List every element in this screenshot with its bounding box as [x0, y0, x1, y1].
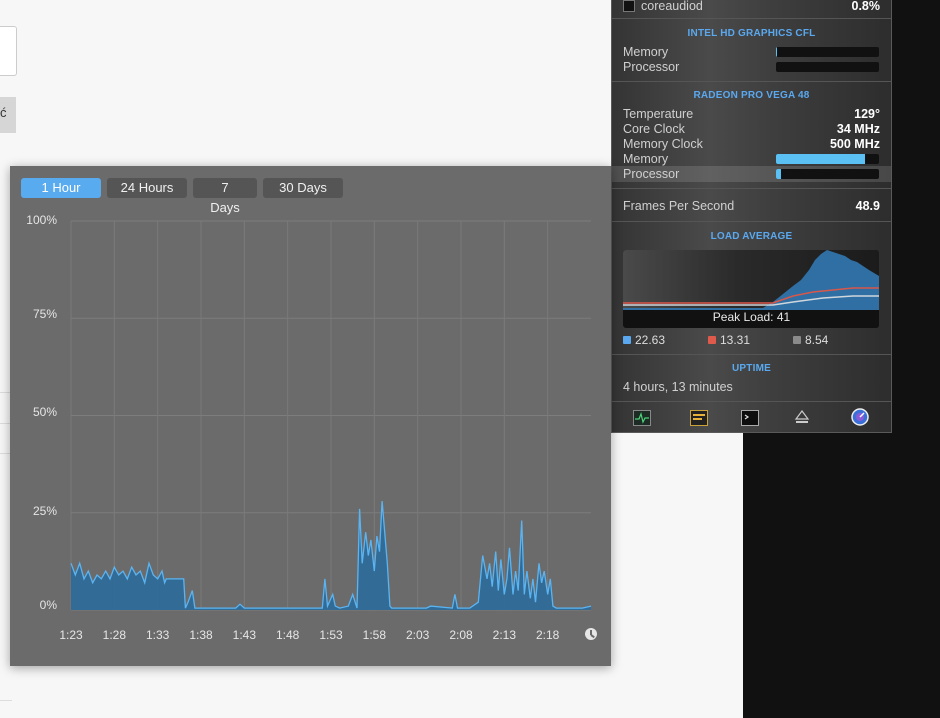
- intel-processor-bar: [776, 62, 879, 72]
- x-tick-label: 1:28: [102, 628, 126, 642]
- load-value-2: 13.31: [720, 333, 751, 347]
- x-tick-label: 1:43: [232, 628, 256, 642]
- x-tick-label: 1:33: [145, 628, 170, 642]
- process-value: 0.8%: [851, 0, 881, 13]
- radeon-gpu-title: RADEON PRO VEGA 48: [693, 90, 810, 101]
- radeon-processor-label: Processor: [623, 166, 680, 181]
- radeon-memory-label: Memory: [623, 151, 669, 166]
- background-glyph-icon: ć: [0, 105, 7, 120]
- load-legend-3: 8.54: [793, 333, 828, 347]
- intel-memory-fill: [776, 47, 778, 57]
- process-name: coreaudiod: [641, 0, 703, 13]
- usage-chart: [70, 220, 592, 611]
- x-tick-label: 1:53: [319, 628, 343, 642]
- console-glyph: [693, 414, 705, 420]
- divider: [612, 188, 891, 189]
- divider: [612, 18, 891, 19]
- background-selected-row: ć: [0, 97, 16, 133]
- x-tick-label: 1:58: [362, 628, 386, 642]
- stats-toolbar: [612, 402, 891, 432]
- x-tick-label: 1:38: [189, 628, 213, 642]
- radeon-processor-fill: [776, 169, 782, 179]
- memory-clock-value: 500 MHz: [829, 136, 880, 151]
- memory-clock-label: Memory Clock: [623, 136, 703, 151]
- divider: [612, 81, 891, 82]
- legend-swatch-blue: [623, 336, 631, 344]
- core-clock-row: Core Clock 34 MHz: [623, 121, 880, 136]
- process-row[interactable]: coreaudiod 0.8%: [623, 0, 880, 13]
- divider: [612, 354, 891, 355]
- radeon-memory-fill: [776, 154, 865, 164]
- fps-value: 48.9: [855, 198, 880, 213]
- load-legend-1: 22.63: [623, 333, 665, 347]
- fps-label: Frames Per Second: [623, 198, 735, 213]
- background-divider: [0, 700, 12, 701]
- history-window: 1 Hour 24 Hours 7 Days 30 Days 100% 75% …: [10, 166, 611, 666]
- activity-monitor-icon[interactable]: [633, 410, 651, 426]
- legend-swatch-red: [708, 336, 716, 344]
- radeon-memory-bar: [776, 154, 879, 164]
- intel-processor-label: Processor: [623, 59, 680, 74]
- console-icon[interactable]: [690, 410, 708, 426]
- fps-row: Frames Per Second 48.9: [623, 198, 880, 213]
- x-tick-label: 2:18: [535, 628, 560, 642]
- load-legend-2: 13.31: [708, 333, 750, 347]
- radeon-processor-bar: [776, 169, 879, 179]
- uptime-row: 4 hours, 13 minutes: [623, 379, 880, 394]
- terminal-icon[interactable]: [741, 410, 759, 426]
- core-clock-value: 34 MHz: [836, 121, 880, 136]
- uptime-title: UPTIME: [732, 363, 771, 374]
- eject-icon[interactable]: [794, 410, 810, 424]
- activity-pulse-glyph: [635, 412, 649, 424]
- uptime-value: 4 hours, 13 minutes: [623, 379, 733, 394]
- legend-swatch-gray: [793, 336, 801, 344]
- stats-panel: coreaudiod 0.8% INTEL HD GRAPHICS CFL Me…: [611, 0, 892, 433]
- temperature-row: Temperature 129°: [623, 106, 880, 121]
- x-tick-label: 2:08: [449, 628, 473, 642]
- divider: [612, 221, 891, 222]
- istat-icon[interactable]: [851, 408, 869, 426]
- intel-gpu-title: INTEL HD GRAPHICS CFL: [687, 28, 816, 39]
- intel-memory-bar: [776, 47, 879, 57]
- x-tick-label: 2:13: [492, 628, 516, 642]
- load-value-1: 22.63: [635, 333, 666, 347]
- load-average-title: LOAD AVERAGE: [710, 231, 793, 242]
- background-panel-box: [0, 26, 17, 76]
- terminal-icon: [623, 0, 635, 12]
- load-value-3: 8.54: [805, 333, 829, 347]
- x-tick-label: 2:03: [405, 628, 430, 642]
- peak-load: Peak Load: 41: [712, 310, 791, 324]
- intel-memory-label: Memory: [623, 44, 669, 59]
- istat-glyph: [851, 408, 869, 426]
- memory-clock-row: Memory Clock 500 MHz: [623, 136, 880, 151]
- core-clock-label: Core Clock: [623, 121, 685, 136]
- temperature-label: Temperature: [623, 106, 694, 121]
- clock-icon[interactable]: [585, 628, 597, 640]
- x-tick-label: 1:48: [275, 628, 300, 642]
- terminal-glyph: [744, 414, 750, 420]
- x-tick-label: 1:23: [59, 628, 83, 642]
- temperature-value: 129°: [854, 106, 880, 121]
- eject-glyph: [794, 410, 810, 423]
